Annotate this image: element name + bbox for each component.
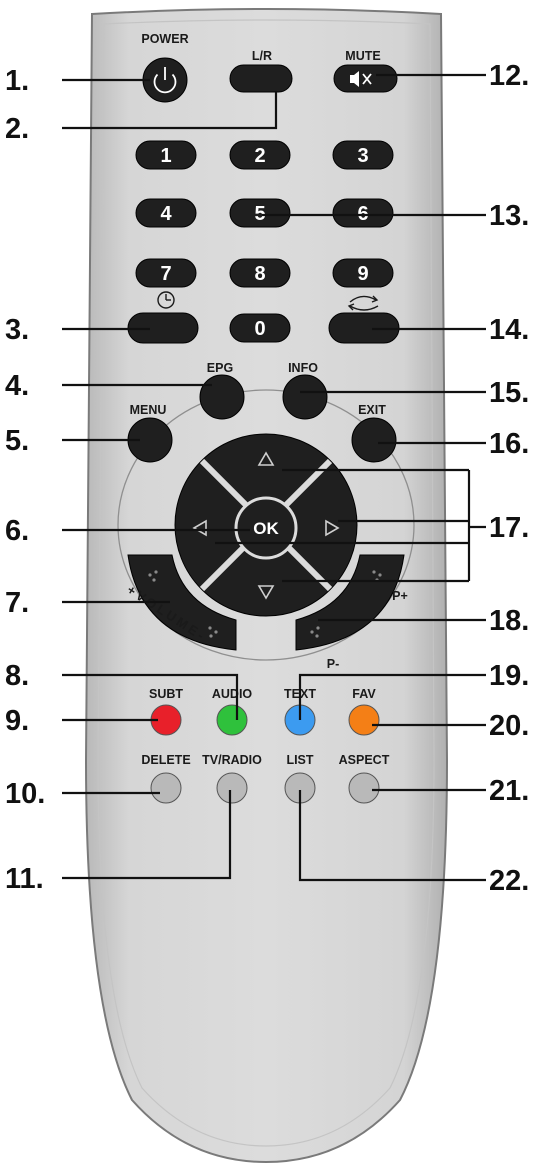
tvradio-label: TV/RADIO [202,753,262,767]
number-key-label: 2 [254,145,265,167]
callout-number: 2. [5,113,29,145]
callout-number: 3. [5,314,29,346]
delete-button[interactable] [150,772,182,804]
info-label: INFO [288,361,318,375]
fav-label: FAV [352,687,376,701]
callout-number: 7. [5,587,29,619]
callouts-right: 12. 13. 14. 15. 16. 17. 18. 19. 20. 21. … [489,60,529,897]
ok-label: OK [253,519,279,538]
callout-number: 1. [5,65,29,97]
callout-number: 4. [5,370,29,402]
callout-number: 11. [5,863,44,895]
lr-label: L/R [252,49,272,63]
info-button[interactable] [282,374,328,420]
audio-button[interactable] [216,704,248,736]
callouts-left: 1. 2. 3. 4. 5. 6. 7. 8. 9. 10. 11. [5,65,45,895]
number-key-label: 7 [160,263,171,285]
aspect-label: ASPECT [339,753,390,767]
number-key-label: 0 [254,318,265,340]
callout-number: 17. [489,512,529,544]
epg-label: EPG [207,361,233,375]
channel-down-label: P- [327,657,340,671]
exit-label: EXIT [358,403,386,417]
callout-number: 15. [489,377,529,409]
audio-label: AUDIO [212,687,253,701]
callout-number: 9. [5,705,29,737]
aspect-button[interactable] [348,772,380,804]
callout-number: 6. [5,515,29,547]
tvradio-button[interactable] [216,772,248,804]
callout-number: 21. [489,775,529,807]
dpad-down[interactable] [236,573,296,613]
callout-number: 14. [489,314,529,346]
number-key-label: 4 [160,203,172,225]
number-key-label: 9 [357,263,368,285]
number-key-label: 3 [357,145,368,167]
callout-number: 5. [5,425,29,457]
callout-number: 16. [489,428,529,460]
callout-number: 8. [5,660,29,692]
lr-button[interactable] [229,64,293,93]
channel-up-label: P+ [392,589,408,603]
delete-label: DELETE [141,753,190,767]
remote-diagram: POWER L/R MUTE 1 2 3 4 5 6 7 8 9 0 EPG I… [5,8,529,1164]
number-key-label: 1 [160,145,171,167]
callout-number: 10. [5,778,45,810]
power-label: POWER [141,32,188,46]
list-label: LIST [286,753,313,767]
subt-label: SUBT [149,687,183,701]
exit-button[interactable] [351,417,397,463]
callout-number: 19. [489,660,529,692]
number-key-label: 8 [254,263,265,285]
callout-number: 12. [489,60,529,92]
epg-button[interactable] [199,374,245,420]
callout-number: 20. [489,710,529,742]
mute-label: MUTE [345,49,380,63]
menu-label: MENU [130,403,167,417]
callout-number: 22. [489,865,529,897]
callout-number: 18. [489,605,529,637]
fav-button[interactable] [348,704,380,736]
callout-number: 13. [489,200,529,232]
